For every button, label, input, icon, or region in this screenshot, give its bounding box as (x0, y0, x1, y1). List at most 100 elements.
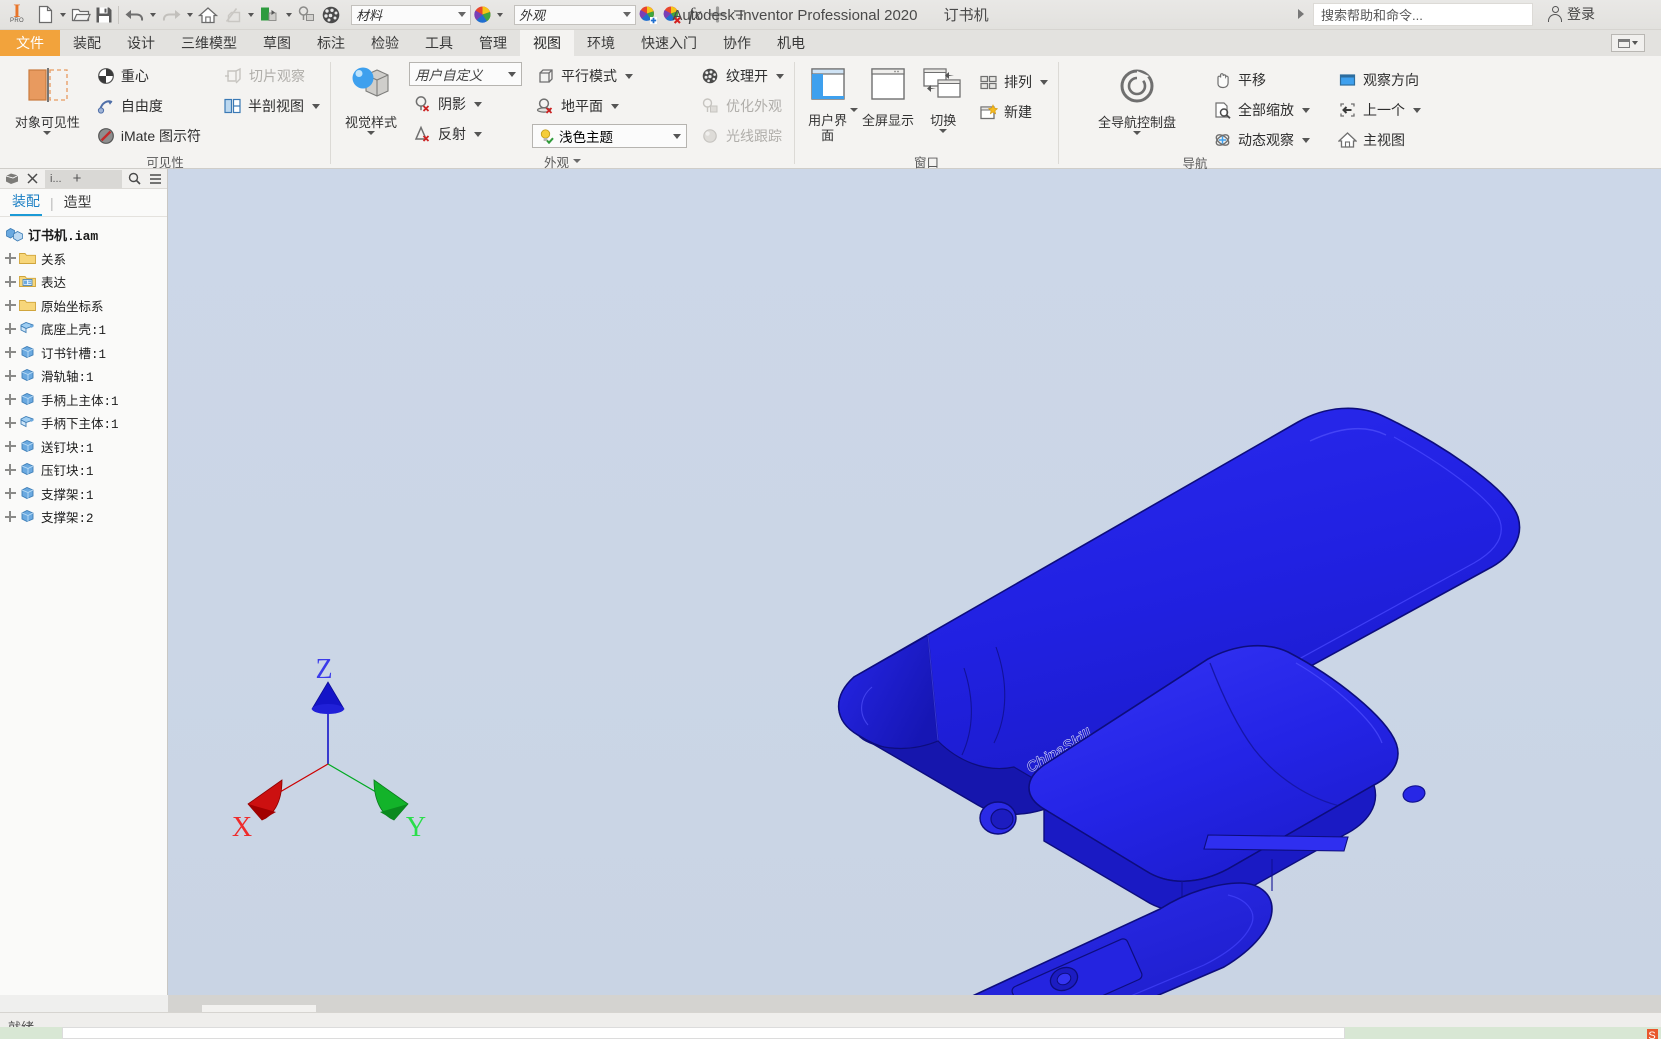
ground-plane-button[interactable]: 地平面 (532, 92, 687, 120)
tree-item-part-7[interactable]: 压钉块:1 (0, 458, 167, 482)
new-document-dropdown[interactable] (57, 2, 69, 28)
orbit-button[interactable]: 动态观察 (1209, 126, 1314, 154)
new-document-button[interactable] (34, 2, 57, 28)
search-help-input[interactable]: 搜索帮助和命令... (1313, 3, 1533, 26)
chevron-down-icon[interactable] (312, 103, 320, 109)
ribbon-tab-assemble[interactable]: 装配 (60, 30, 114, 56)
chevron-down-icon[interactable] (611, 103, 619, 109)
open-document-button[interactable] (69, 2, 93, 28)
chevron-down-icon[interactable] (1302, 137, 1310, 143)
quarter-section-view-button[interactable]: 半剖视图 (219, 92, 324, 120)
ribbon-tab-manage[interactable]: 管理 (466, 30, 520, 56)
browser-menu-icon[interactable] (147, 170, 164, 188)
tree-item-part-5[interactable]: 手柄下主体:1 (0, 411, 167, 435)
optimize-appearance-button[interactable]: 优化外观 (697, 92, 788, 120)
chevron-down-icon[interactable] (939, 129, 948, 133)
add-to-qat-icon[interactable] (706, 2, 728, 28)
expand-icon[interactable] (4, 393, 17, 406)
parallel-view-button[interactable]: 平行模式 (532, 62, 687, 90)
ribbon-tab-getstarted[interactable]: 快速入门 (628, 30, 710, 56)
update-dropdown[interactable] (245, 2, 257, 28)
undo-button[interactable] (122, 2, 147, 28)
pan-button[interactable]: 平移 (1209, 66, 1314, 94)
tree-item-part-3[interactable]: 滑轨轴:1 (0, 364, 167, 388)
save-document-button[interactable] (93, 2, 115, 28)
view-face-button[interactable]: 观察方向 (1334, 66, 1425, 94)
new-window-button[interactable]: 新建 (975, 98, 1052, 126)
expand-icon[interactable] (4, 322, 17, 335)
material-swatch-dropdown[interactable] (283, 2, 295, 28)
update-button[interactable] (220, 2, 245, 28)
expand-icon[interactable] (4, 252, 17, 265)
tree-item-part-8[interactable]: 支撑架:1 (0, 482, 167, 506)
lighting-theme-combo[interactable]: 浅色主题 (532, 124, 687, 148)
expand-icon[interactable] (4, 416, 17, 429)
tree-item-part-6[interactable]: 送钉块:1 (0, 435, 167, 459)
chevron-down-icon[interactable] (573, 159, 581, 163)
browser-close-icon[interactable] (24, 170, 41, 188)
3d-viewport[interactable]: ChinaSkill Z X Y (168, 169, 1661, 995)
ribbon-tab-file[interactable]: 文件 (0, 30, 60, 56)
home-button[interactable] (196, 2, 220, 28)
redo-dropdown[interactable] (184, 2, 196, 28)
ribbon-tab-sketch[interactable]: 草图 (250, 30, 304, 56)
appearance-sphere-icon[interactable] (319, 2, 343, 28)
switch-window-button[interactable]: 切换 (918, 62, 969, 133)
tree-item-part-9[interactable]: 支撑架:2 (0, 505, 167, 529)
shadows-button[interactable]: 阴影 (409, 90, 522, 118)
ribbon-tab-view[interactable]: 视图 (520, 30, 574, 56)
appearance-remove-icon[interactable] (660, 2, 684, 28)
chevron-down-icon[interactable] (474, 101, 482, 107)
visual-style-combo[interactable]: 用户自定义 (409, 62, 522, 86)
expand-icon[interactable] (4, 369, 17, 382)
imate-glyph-button[interactable]: iMate 图示符 (93, 122, 205, 150)
expand-icon[interactable] (4, 299, 17, 312)
expand-icon[interactable] (4, 275, 17, 288)
expand-icon[interactable] (4, 440, 17, 453)
browser-tab-chip[interactable]: i... + (45, 169, 122, 188)
parameters-fx-icon[interactable]: fx (684, 2, 706, 28)
chevron-down-icon[interactable] (1039, 79, 1048, 85)
chevron-down-icon[interactable] (1413, 107, 1421, 113)
chevron-down-icon[interactable] (1302, 107, 1310, 113)
ribbon-tab-model3d[interactable]: 三维模型 (168, 30, 250, 56)
ribbon-tab-electromechanical[interactable]: 机电 (764, 30, 818, 56)
reflections-button[interactable]: 反射 (409, 120, 522, 148)
adjust-icon[interactable] (295, 2, 319, 28)
material-color-wheel-icon[interactable] (471, 2, 494, 28)
chevron-down-icon[interactable] (776, 73, 784, 79)
expand-icon[interactable] (4, 346, 17, 359)
ribbon-tab-collaborate[interactable]: 协作 (710, 30, 764, 56)
expand-icon[interactable] (4, 510, 17, 523)
object-visibility-button[interactable]: 对象可见性 (6, 60, 89, 135)
undo-dropdown[interactable] (147, 2, 159, 28)
material-swatch-icon[interactable] (257, 2, 283, 28)
arrange-windows-button[interactable]: 排列 (975, 68, 1052, 96)
center-of-gravity-button[interactable]: 重心 (93, 62, 205, 90)
user-interface-button[interactable]: 用户界面 (801, 62, 854, 143)
degrees-of-freedom-button[interactable]: 自由度 (93, 92, 205, 120)
material-combo[interactable]: 材料 (351, 4, 471, 25)
ribbon-tab-tools[interactable]: 工具 (412, 30, 466, 56)
chevron-down-icon[interactable] (1133, 131, 1141, 135)
chevron-down-icon[interactable] (43, 131, 52, 135)
material-color-dropdown[interactable] (494, 2, 506, 28)
ribbon-display-options-button[interactable] (1611, 34, 1645, 52)
textures-button[interactable]: 纹理开 (697, 62, 788, 90)
chevron-down-icon[interactable] (850, 108, 859, 112)
ribbon-tab-design[interactable]: 设计 (114, 30, 168, 56)
add-browser-tab-icon[interactable]: + (73, 171, 82, 186)
tree-item-representations[interactable]: 表达 (0, 270, 167, 294)
browser-dock-icon[interactable] (3, 170, 20, 188)
appearance-combo[interactable]: 外观 (514, 4, 636, 25)
ribbon-tab-annotate[interactable]: 标注 (304, 30, 358, 56)
full-screen-button[interactable]: 全屏显示 (858, 62, 917, 128)
browser-tab-modeling[interactable]: 造型 (62, 190, 94, 215)
zoom-all-button[interactable]: 全部缩放 (1209, 96, 1314, 124)
tree-item-part-2[interactable]: 订书针槽:1 (0, 341, 167, 365)
tree-item-origin[interactable]: 原始坐标系 (0, 294, 167, 318)
chevron-down-icon[interactable] (367, 131, 375, 135)
title-expand-icon[interactable] (1298, 9, 1304, 19)
tree-item-relationships[interactable]: 关系 (0, 247, 167, 271)
full-navigation-wheel-button[interactable]: 全导航控制盘 (1083, 62, 1191, 135)
